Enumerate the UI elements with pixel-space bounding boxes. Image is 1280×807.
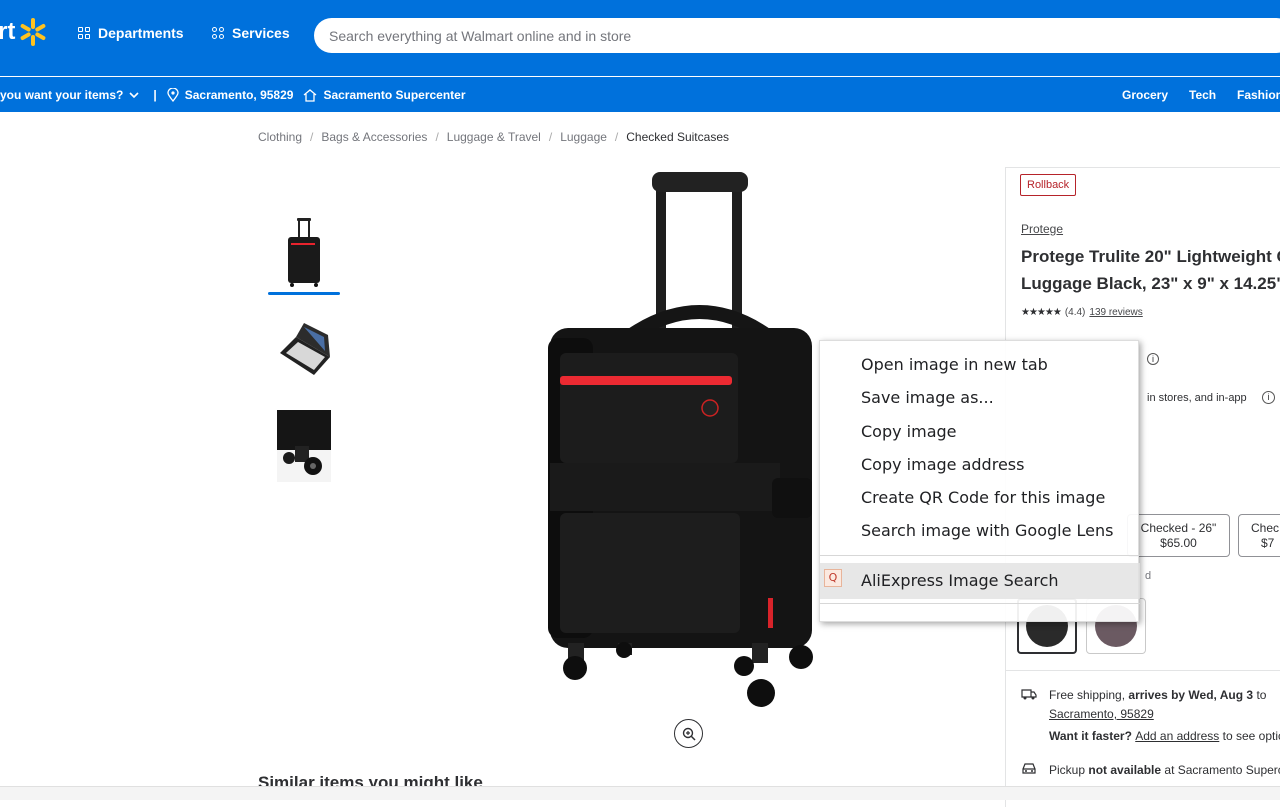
location-text: Sacramento, 95829 xyxy=(184,88,294,102)
nav-link-fashion[interactable]: Fashion xyxy=(1237,88,1280,102)
menu-item-copy-image-address[interactable]: Copy image address xyxy=(861,455,1024,474)
pickup-prefix: Pickup xyxy=(1049,763,1089,777)
product-title-line-1: Protege Trulite 20" Lightweight C xyxy=(1021,247,1280,266)
menu-separator xyxy=(820,603,1140,604)
rating-row[interactable]: ★★★★★ (4.4) 139 reviews xyxy=(1021,307,1143,318)
suitcase-thumbnail-image xyxy=(288,218,320,287)
zoom-in-button[interactable] xyxy=(674,719,703,748)
delivery-prompt[interactable]: you want your items? | Sacramento, 95829… xyxy=(0,88,466,102)
location-pin-icon xyxy=(167,88,179,102)
availability-text: in stores, and in-app xyxy=(1147,392,1247,404)
size-option-next[interactable]: Chec $7 xyxy=(1238,514,1280,557)
departments-label: Departments xyxy=(98,25,184,41)
breadcrumb-current[interactable]: Checked Suitcases xyxy=(626,130,729,144)
info-icon[interactable]: i xyxy=(1262,391,1275,404)
thumbnail-1[interactable] xyxy=(268,213,340,295)
shipping-prefix: Free shipping, xyxy=(1049,688,1129,702)
aliexpress-icon: Q xyxy=(824,569,842,587)
breadcrumb: Clothing / Bags & Accessories / Luggage & … xyxy=(258,130,729,144)
search-input[interactable]: Search everything at Walmart online and … xyxy=(314,18,1280,53)
info-icon[interactable]: i xyxy=(1147,353,1159,365)
delivery-bar: you want your items? | Sacramento, 95829… xyxy=(0,77,1280,112)
delivery-prompt-text: you want your items? xyxy=(0,88,124,102)
size-option-label: Chec xyxy=(1251,521,1280,535)
logo-text: rt xyxy=(0,18,16,45)
open-suitcase-image xyxy=(280,323,330,375)
wheel-closeup-image xyxy=(277,410,331,482)
truck-icon xyxy=(1021,687,1037,706)
store-text: Sacramento Supercenter xyxy=(323,88,466,102)
walmart-logo[interactable]: rt xyxy=(0,18,47,46)
services-icon xyxy=(212,27,224,39)
faster-suffix: to see optic xyxy=(1219,729,1280,743)
pickup-status: not available xyxy=(1088,763,1162,777)
option-caption: d xyxy=(1145,570,1152,582)
shipping-date: arrives by Wed, Aug 3 xyxy=(1128,688,1254,702)
divider: | xyxy=(153,88,157,102)
menu-item-open-new-tab[interactable]: Open image in new tab xyxy=(861,355,1048,374)
spark-icon xyxy=(19,18,47,46)
breadcrumb-item[interactable]: Clothing xyxy=(258,130,302,144)
grid-icon xyxy=(78,27,90,39)
menu-item-aliexpress-search[interactable]: AliExpress Image Search xyxy=(861,571,1059,590)
size-option-label: Checked - 26" xyxy=(1140,521,1217,535)
rollback-badge: Rollback xyxy=(1020,174,1077,196)
shipping-suffix: to xyxy=(1253,688,1267,702)
chevron-down-icon xyxy=(129,92,139,99)
menu-separator xyxy=(820,555,1140,556)
services-button[interactable]: Services xyxy=(212,25,290,41)
nav-link-tech[interactable]: Tech xyxy=(1189,88,1216,102)
size-option-26[interactable]: Checked - 26" $65.00 xyxy=(1127,514,1230,557)
store-icon xyxy=(304,88,317,102)
brand-link[interactable]: Protege xyxy=(1021,222,1063,236)
product-main-image[interactable] xyxy=(520,168,840,718)
divider xyxy=(1005,670,1280,671)
nav-link-grocery[interactable]: Grocery xyxy=(1122,88,1168,102)
faster-prefix: Want it faster? xyxy=(1049,729,1136,743)
services-label: Services xyxy=(232,25,290,41)
reviews-link[interactable]: 139 reviews xyxy=(1089,307,1142,318)
add-address-link[interactable]: Add an address xyxy=(1135,729,1219,743)
zoom-icon xyxy=(682,727,696,741)
menu-item-create-qr-code[interactable]: Create QR Code for this image xyxy=(861,488,1105,507)
product-title: Protege Trulite 20" Lightweight C Luggag… xyxy=(1021,243,1280,297)
car-icon xyxy=(1021,762,1037,782)
size-option-price: $7 xyxy=(1261,536,1275,550)
bottom-bar xyxy=(0,786,1280,800)
thumbnail-3[interactable] xyxy=(268,406,340,486)
menu-item-copy-image[interactable]: Copy image xyxy=(861,422,957,441)
breadcrumb-item[interactable]: Bags & Accessories xyxy=(321,130,427,144)
thumbnail-2[interactable] xyxy=(268,310,340,390)
product-title-line-2: Luggage Black, 23" x 9" x 14.25", 4 xyxy=(1021,274,1280,293)
context-menu: Open image in new tab Save image as... C… xyxy=(819,340,1140,622)
menu-item-google-lens[interactable]: Search image with Google Lens xyxy=(861,521,1113,540)
shipping-location-link[interactable]: Sacramento, 95829 xyxy=(1049,705,1280,724)
rating-value: (4.4) xyxy=(1064,307,1086,318)
pickup-suffix: at Sacramento Superce xyxy=(1161,763,1280,777)
stars-icon: ★★★★★ xyxy=(1021,307,1062,318)
top-header: rt Departments Services Search everythin… xyxy=(0,0,1280,76)
menu-item-save-image[interactable]: Save image as... xyxy=(861,388,994,407)
departments-button[interactable]: Departments xyxy=(78,25,184,41)
size-option-price: $65.00 xyxy=(1160,536,1197,550)
breadcrumb-item[interactable]: Luggage xyxy=(560,130,607,144)
breadcrumb-item[interactable]: Luggage & Travel xyxy=(447,130,541,144)
